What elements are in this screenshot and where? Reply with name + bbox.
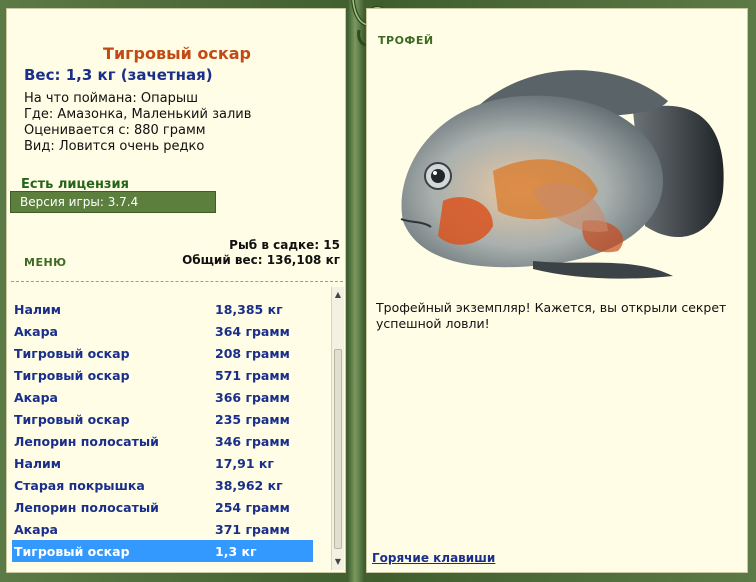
scroll-down-icon[interactable]: ▼ — [332, 556, 344, 568]
fish-weight-value: 38,962 кг — [215, 478, 283, 493]
hotkeys-link[interactable]: Горячие клавиши — [372, 551, 495, 565]
location-info: Где: Амазонка, Маленький залив — [24, 107, 252, 122]
menu-button[interactable]: МЕНЮ — [24, 256, 67, 269]
fish-name: Налим — [14, 302, 62, 317]
fish-name: Лепорин полосатый — [14, 500, 159, 515]
fish-weight: Вес: 1,3 кг (зачетная) — [24, 66, 213, 84]
list-item[interactable]: Старая покрышка 38,962 кг — [12, 474, 313, 496]
fish-weight-value: 364 грамм — [215, 324, 290, 339]
panel-divider — [347, 0, 365, 582]
fish-name: Акара — [14, 522, 58, 537]
fish-weight-value: 235 грамм — [215, 412, 290, 427]
version-label: Версия игры: 3.7.4 — [20, 195, 139, 209]
list-item[interactable]: Тигровый оскар 235 грамм — [12, 408, 313, 430]
fish-name: Тигровый оскар — [14, 368, 130, 383]
fish-title: Тигровый оскар — [103, 44, 251, 63]
fish-name: Налим — [14, 456, 62, 471]
list-item[interactable]: Акара 371 грамм — [12, 518, 313, 540]
fish-image — [400, 70, 724, 279]
dashed-divider — [11, 281, 343, 282]
fish-name: Тигровый оскар — [14, 544, 130, 559]
fish-weight-value: 1,3 кг — [215, 544, 257, 559]
fish-weight-value: 371 грамм — [215, 522, 290, 537]
fish-weight-value: 366 грамм — [215, 390, 290, 405]
trophy-label: ТРОФЕЙ — [378, 34, 434, 47]
list-item[interactable]: Лепорин полосатый 254 грамм — [12, 496, 313, 518]
keepnet-summary: Рыб в садке: 15 Общий вес: 136,108 кг — [182, 238, 340, 268]
fish-name: Акара — [14, 390, 58, 405]
list-item[interactable]: Тигровый оскар 1,3 кг — [12, 540, 313, 562]
list-item[interactable]: Акара 366 грамм — [12, 386, 313, 408]
list-item[interactable]: Акара 364 грамм — [12, 320, 313, 342]
catch-info-panel: Тигровый оскар Вес: 1,3 кг (зачетная) На… — [6, 8, 346, 573]
keepnet-count: Рыб в садке: 15 — [229, 238, 340, 252]
fish-name: Старая покрышка — [14, 478, 145, 493]
version-bar: Версия игры: 3.7.4 — [10, 191, 216, 213]
list-item[interactable]: Тигровый оскар 208 грамм — [12, 342, 313, 364]
fish-name: Тигровый оскар — [14, 412, 130, 427]
keepnet-total-weight: Общий вес: 136,108 кг — [182, 253, 340, 267]
fish-weight-value: 254 грамм — [215, 500, 290, 515]
scroll-thumb[interactable] — [334, 349, 342, 549]
fish-weight-value: 346 грамм — [215, 434, 290, 449]
list-item[interactable]: Лепорин полосатый 346 грамм — [12, 430, 313, 452]
fish-weight-value: 17,91 кг — [215, 456, 274, 471]
fish-name: Тигровый оскар — [14, 346, 130, 361]
fish-name: Акара — [14, 324, 58, 339]
list-item[interactable]: Налим 17,91 кг — [12, 452, 313, 474]
fish-weight-value: 18,385 кг — [215, 302, 283, 317]
fish-weight-value: 571 грамм — [215, 368, 290, 383]
license-status: Есть лицензия — [21, 177, 129, 192]
rarity-info: Вид: Ловится очень редко — [24, 139, 205, 154]
fish-name: Лепорин полосатый — [14, 434, 159, 449]
scroll-up-icon[interactable]: ▲ — [332, 289, 344, 301]
keepnet-list[interactable]: Налим 18,385 кг Акара 364 грамм Тигровый оск… — [10, 287, 329, 570]
list-item[interactable]: Налим 18,385 кг — [12, 298, 313, 320]
trophy-panel: ТРОФЕЙ Трофейный экземпляр! Кажется, вы … — [366, 8, 748, 573]
trophy-message: Трофейный экземпляр! Кажется, вы открыли… — [376, 300, 727, 331]
list-item[interactable]: Тигровый оскар 571 грамм — [12, 364, 313, 386]
list-scrollbar[interactable]: ▲ ▼ — [331, 287, 344, 570]
fish-weight-value: 208 грамм — [215, 346, 290, 361]
bait-info: На что поймана: Опарыш — [24, 91, 198, 106]
value-info: Оценивается с: 880 грамм — [24, 123, 206, 138]
